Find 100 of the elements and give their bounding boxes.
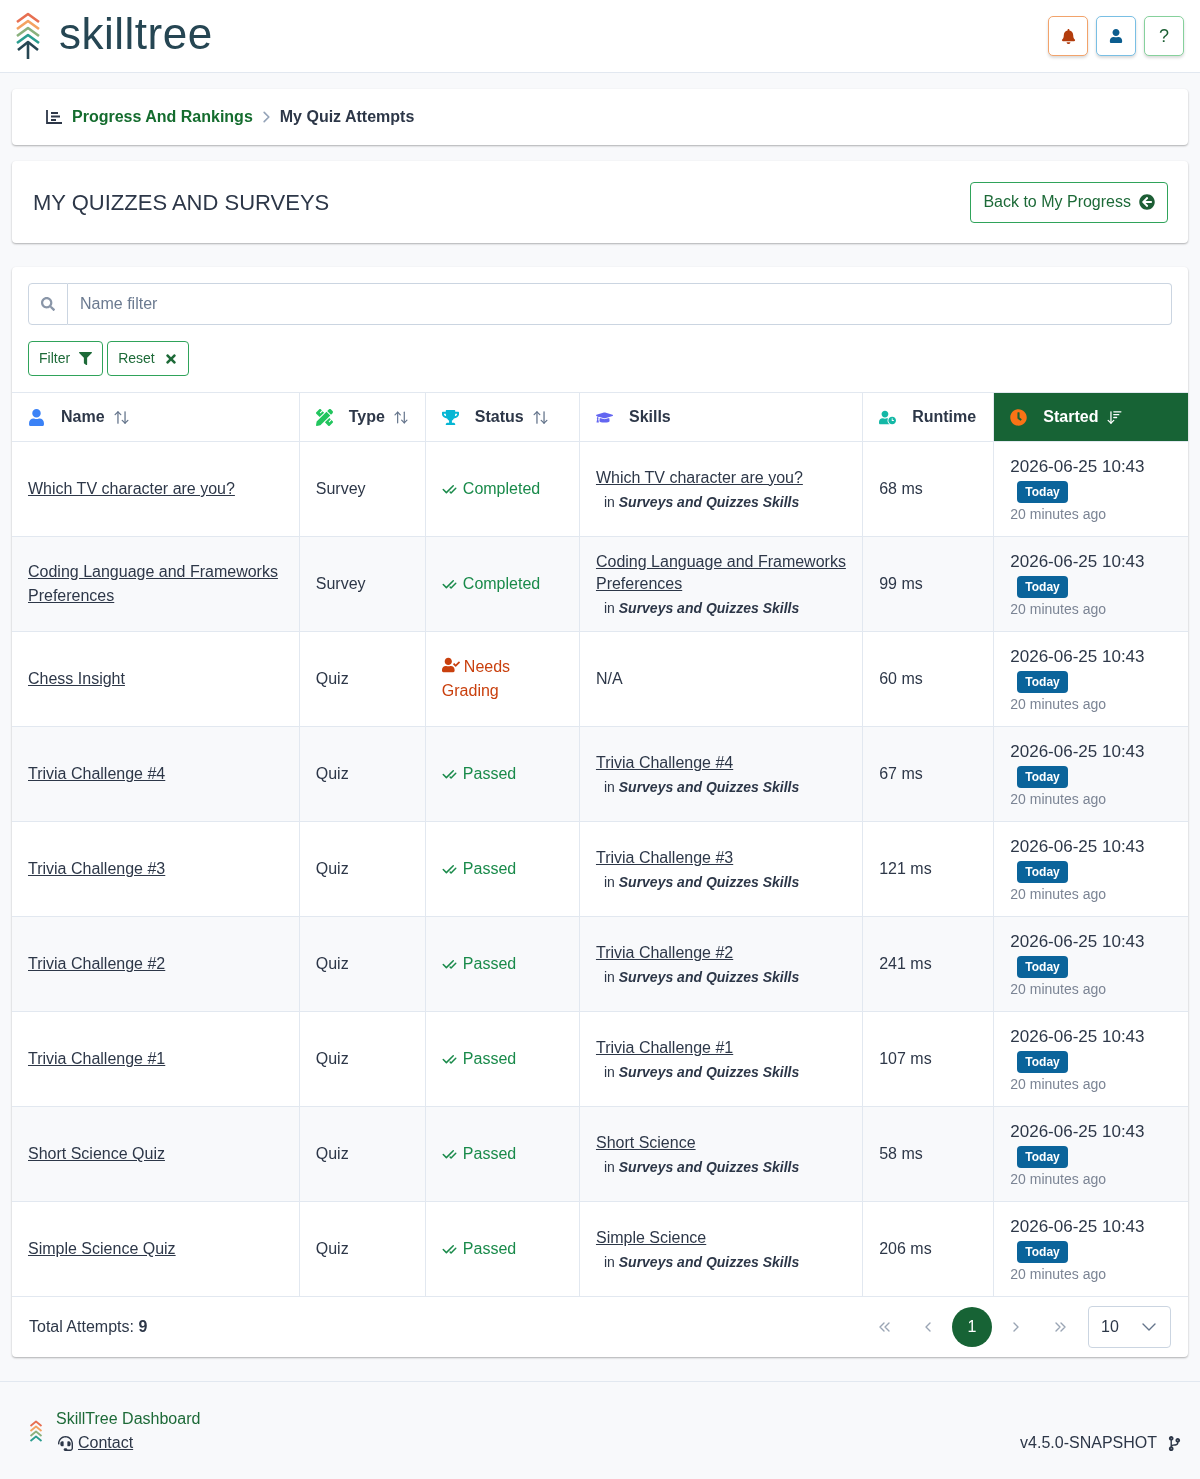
chevron-right-icon [262,111,270,123]
column-header[interactable]: Skills [579,392,863,442]
quiz-link[interactable]: Simple Science Quiz [28,1237,283,1261]
search-field[interactable]: Name filter [68,283,1172,325]
status-text: Passed [462,954,517,974]
tree-logo-icon [29,1419,43,1443]
date-text: 2026-06-25 10:43 [1010,835,1145,858]
skill-project-text: in Surveys and Quizzes Skills [603,872,800,892]
column-label: Skills [628,407,671,427]
runtime-text: 241 ms [879,955,932,972]
contact-link[interactable]: Contact [78,1431,134,1455]
breadcrumb-link[interactable]: Progress And Rankings [72,105,253,129]
page-button[interactable]: 1 [952,1307,992,1347]
code-branch-icon [1167,1435,1182,1451]
search-icon [41,297,55,311]
bell-icon [1060,28,1076,44]
skill-link[interactable]: Trivia Challenge #3 [595,846,734,869]
date-text: 2026-06-25 10:43 [1010,1025,1145,1048]
back-button[interactable]: Back to My Progress [970,181,1168,223]
today-badge: Today [1017,765,1068,788]
column-header[interactable]: Started [993,392,1188,442]
type-text: Survey [315,480,366,497]
filter-button[interactable]: Filter [28,341,104,376]
quiz-link[interactable]: Short Science Quiz [28,1142,283,1166]
person-icon [1109,29,1123,43]
reset-button[interactable]: Reset [107,341,189,376]
quiz-link[interactable]: Coding Language and Frameworks Preferences [28,560,283,608]
today-badge: Today [1017,1240,1068,1263]
double-chevron-right-icon [1054,1322,1066,1332]
page-size-select[interactable]: 10 [1088,1306,1171,1348]
today-badge: Today [1017,670,1068,693]
runtime-text: 67 ms [879,765,923,782]
quiz-link[interactable]: Chess Insight [28,667,283,691]
type-text: Quiz [315,670,349,687]
clock-icon [1010,408,1028,426]
type-text: Quiz [315,765,349,782]
status-text: Completed [462,479,541,499]
skill-link[interactable]: Trivia Challenge #2 [595,941,734,964]
skill-project-text: in Surveys and Quizzes Skills [603,1252,800,1272]
skill-link[interactable]: Which TV character are you? [595,466,803,489]
today-badge: Today [1017,575,1068,598]
relative-time-text: 20 minutes ago [1010,789,1107,809]
status-text: Passed [462,764,517,784]
notifications-button[interactable] [1048,16,1088,56]
relative-time-text: 20 minutes ago [1010,1074,1107,1094]
person-icon [28,408,45,426]
skill-link[interactable]: Short Science [595,1131,696,1154]
sort-descending-icon[interactable] [1106,408,1124,426]
type-text: Quiz [315,1240,349,1257]
skill-link[interactable]: Coding Language and Frameworks Preferences [595,550,847,595]
quiz-link[interactable]: Trivia Challenge #4 [28,762,283,786]
date-text: 2026-06-25 10:43 [1010,550,1145,573]
footer-title: SkillTree Dashboard [56,1409,201,1429]
column-header[interactable]: Name [12,392,300,442]
quiz-link[interactable]: Which TV character are you? [28,477,283,501]
skill-link[interactable]: Trivia Challenge #1 [595,1036,734,1059]
chevron-left-icon [925,1322,931,1332]
column-label: Started [1043,407,1099,427]
date-text: 2026-06-25 10:43 [1010,740,1145,763]
skill-link[interactable]: Trivia Challenge #4 [595,751,734,774]
logo-text: skilltree [59,10,213,60]
help-button[interactable]: ? [1144,16,1184,56]
profile-button[interactable] [1096,16,1136,56]
pencil-ruler-icon [315,408,333,426]
runtime-text: 121 ms [879,860,932,877]
skill-project-text: in Surveys and Quizzes Skills [603,492,800,512]
status-text: Passed [462,859,517,879]
status-text: Passed [462,1144,517,1164]
skill-project-text: in Surveys and Quizzes Skills [603,1062,800,1082]
relative-time-text: 20 minutes ago [1010,1264,1107,1284]
date-text: 2026-06-25 10:43 [1010,645,1145,668]
total-attempts-text: Total Attempts: 9 [29,1317,148,1337]
skill-project-text: in Surveys and Quizzes Skills [603,967,800,987]
runtime-text: 58 ms [879,1145,923,1162]
relative-time-text: 20 minutes ago [1010,694,1107,714]
date-text: 2026-06-25 10:43 [1010,455,1145,478]
arrow-left-icon [1139,194,1155,210]
quiz-link[interactable]: Trivia Challenge #2 [28,952,283,976]
sort-icon[interactable] [531,408,549,426]
person-clock-icon [879,408,897,426]
type-text: Quiz [315,860,349,877]
runtime-text: 60 ms [879,670,923,687]
date-text: 2026-06-25 10:43 [1010,930,1145,953]
column-header[interactable]: Runtime [862,392,994,442]
skill-link[interactable]: Simple Science [595,1226,707,1249]
relative-time-text: 20 minutes ago [1010,504,1107,524]
version-text: v4.5.0-SNAPSHOT [1020,1433,1157,1453]
skill-text: N/A [595,670,623,687]
sort-icon[interactable] [112,408,130,426]
quiz-link[interactable]: Trivia Challenge #1 [28,1047,283,1071]
today-badge: Today [1017,480,1068,503]
column-header[interactable]: Type [299,392,426,442]
skill-project-text: in Surveys and Quizzes Skills [603,777,800,797]
column-header[interactable]: Status [425,392,580,442]
column-label: Type [348,407,385,427]
status-text: Needs Grading [441,655,512,701]
status-text: Completed [462,574,541,594]
tree-logo-icon [15,12,41,60]
status-text: Passed [462,1049,517,1069]
quiz-link[interactable]: Trivia Challenge #3 [28,857,283,881]
